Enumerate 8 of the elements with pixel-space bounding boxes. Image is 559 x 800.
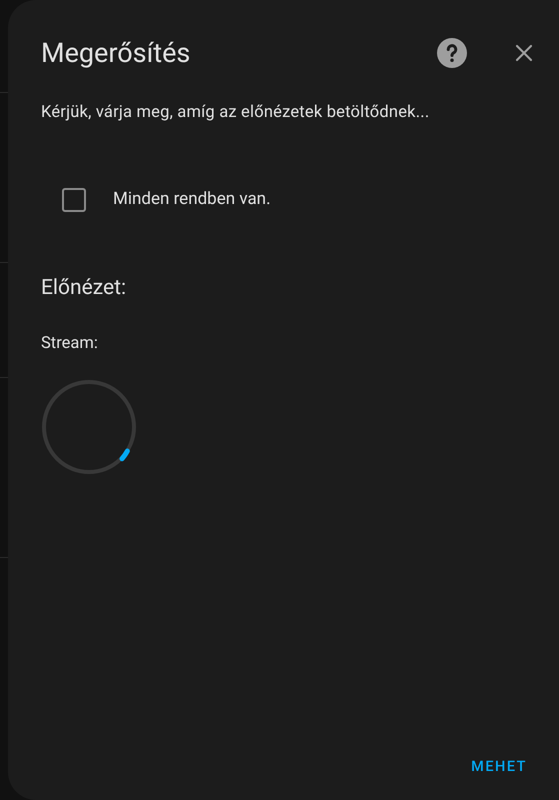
checkbox-label: Minden rendben van. [113, 188, 271, 211]
dialog-title: Megerősítés [41, 36, 192, 71]
checkbox[interactable] [62, 188, 86, 212]
stream-label: Stream: [41, 332, 99, 355]
go-button[interactable]: MEHET [463, 752, 535, 782]
loading-message: Kérjük, várja meg, amíg az előnézetek betöltődnek... [41, 102, 430, 124]
help-icon[interactable] [437, 38, 467, 68]
preview-heading: Előnézet: [41, 275, 128, 302]
